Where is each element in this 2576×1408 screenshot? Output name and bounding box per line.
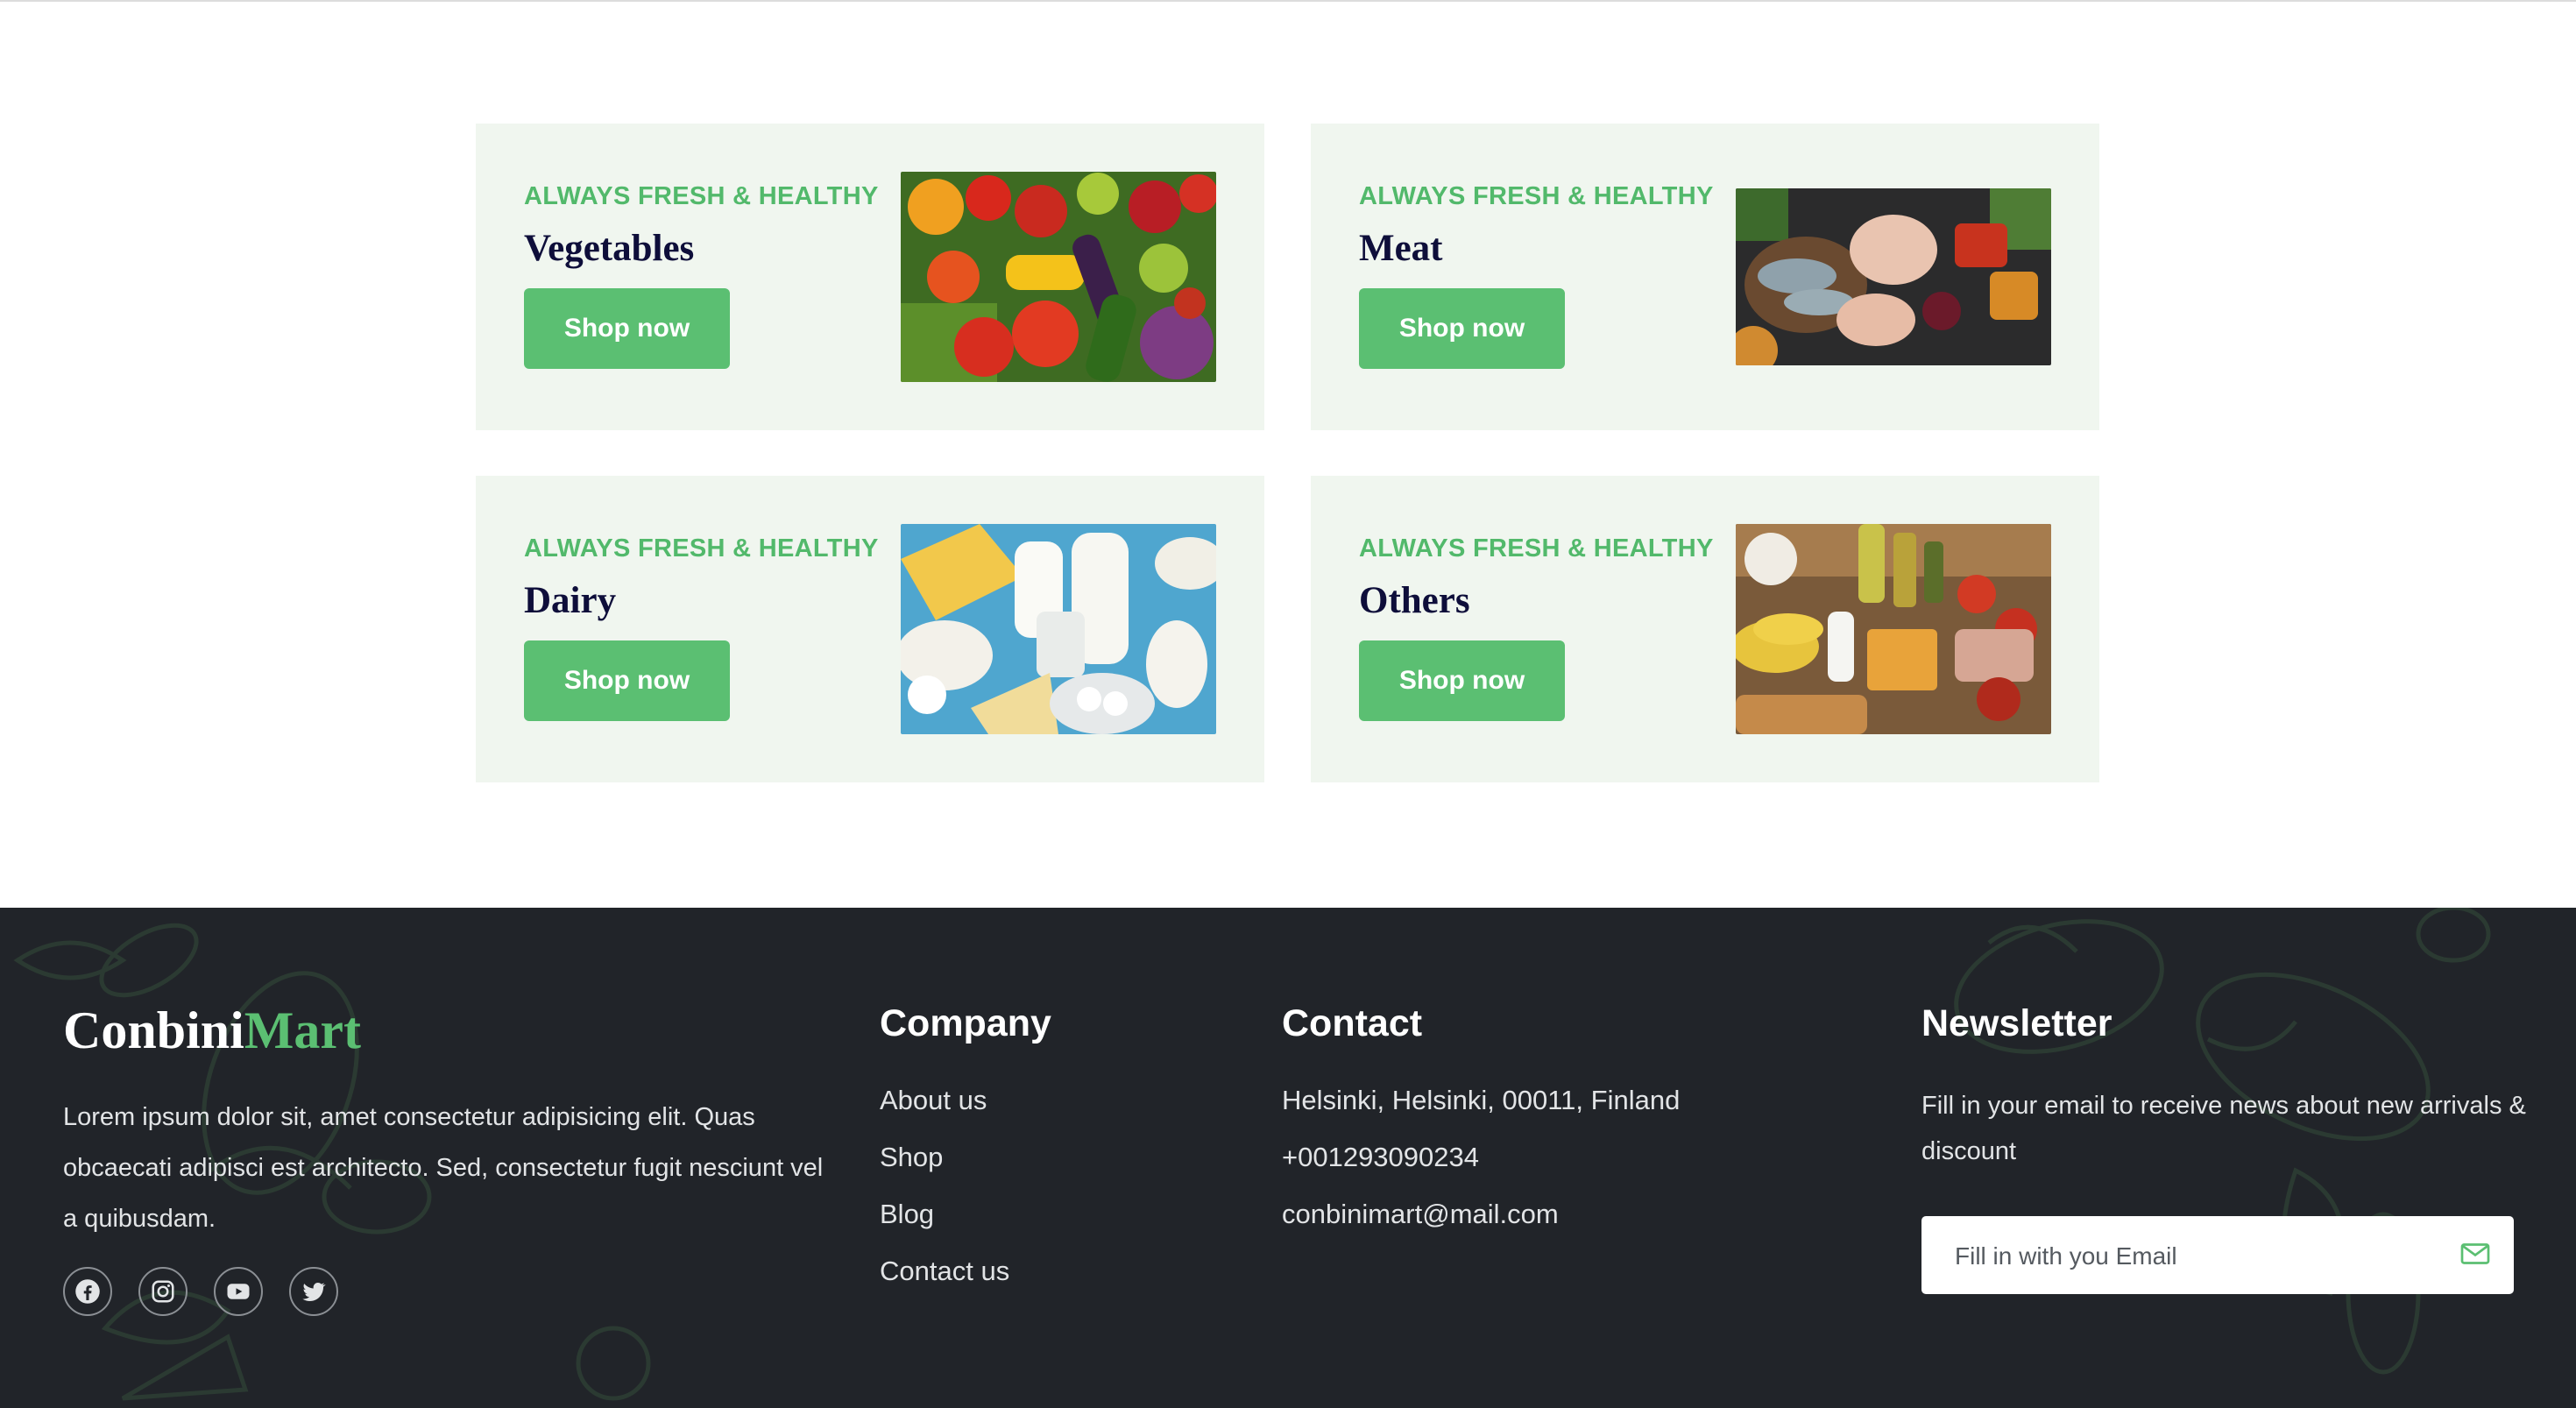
promo-title: Vegetables (524, 228, 695, 269)
shop-now-button-others[interactable]: Shop now (1359, 640, 1565, 721)
twitter-icon[interactable] (289, 1267, 338, 1316)
facebook-icon[interactable] (63, 1267, 112, 1316)
top-divider (0, 0, 2576, 2)
company-heading: Company (880, 1002, 1051, 1044)
logo-text-part2: Mart (244, 1001, 362, 1059)
footer-link-shop[interactable]: Shop (880, 1142, 943, 1173)
promo-title: Others (1359, 580, 1470, 621)
contact-email[interactable]: conbinimart@mail.com (1282, 1199, 1559, 1230)
footer-about-text: Lorem ipsum dolor sit, amet consectetur … (63, 1103, 824, 1233)
newsletter-form (1921, 1216, 2514, 1296)
promo-title: Meat (1359, 228, 1443, 269)
meat-photo (1736, 188, 2051, 365)
footer-logo[interactable]: ConbiniMart (63, 1001, 361, 1061)
footer-link-about[interactable]: About us (880, 1085, 987, 1116)
promo-eyebrow: ALWAYS FRESH & HEALTHY (524, 534, 879, 562)
footer-link-contact[interactable]: Contact us (880, 1256, 1009, 1287)
promo-eyebrow: ALWAYS FRESH & HEALTHY (1359, 534, 1714, 562)
promo-card-vegetables: ALWAYS FRESH & HEALTHY Vegetables Shop n… (476, 124, 1264, 430)
logo-text-part1: Conbini (63, 1001, 244, 1059)
vegetables-photo (901, 172, 1216, 382)
shop-now-button-meat[interactable]: Shop now (1359, 288, 1565, 369)
footer-link-blog[interactable]: Blog (880, 1199, 934, 1230)
contact-address: Helsinki, Helsinki, 00011, Finland (1282, 1085, 1681, 1115)
promo-eyebrow: ALWAYS FRESH & HEALTHY (524, 182, 879, 210)
newsletter-description: Fill in your email to receive news about… (1921, 1092, 2526, 1165)
shop-now-button-dairy[interactable]: Shop now (524, 640, 730, 721)
mail-icon[interactable] (2458, 1237, 2493, 1272)
groceries-photo (1736, 524, 2051, 734)
promo-title: Dairy (524, 580, 617, 621)
promo-eyebrow: ALWAYS FRESH & HEALTHY (1359, 182, 1714, 210)
promo-card-others: ALWAYS FRESH & HEALTHY Others Shop now (1311, 476, 2099, 782)
promo-card-meat: ALWAYS FRESH & HEALTHY Meat Shop now (1311, 124, 2099, 430)
newsletter-heading: Newsletter (1921, 1002, 2112, 1044)
newsletter-email-input[interactable] (1953, 1216, 2430, 1296)
youtube-icon[interactable] (214, 1267, 263, 1316)
dairy-photo (901, 524, 1216, 734)
shop-now-button-vegetables[interactable]: Shop now (524, 288, 730, 369)
contact-phone[interactable]: +001293090234 (1282, 1142, 1479, 1173)
promo-card-dairy: ALWAYS FRESH & HEALTHY Dairy Shop now (476, 476, 1264, 782)
contact-heading: Contact (1282, 1002, 1423, 1044)
instagram-icon[interactable] (138, 1267, 188, 1316)
